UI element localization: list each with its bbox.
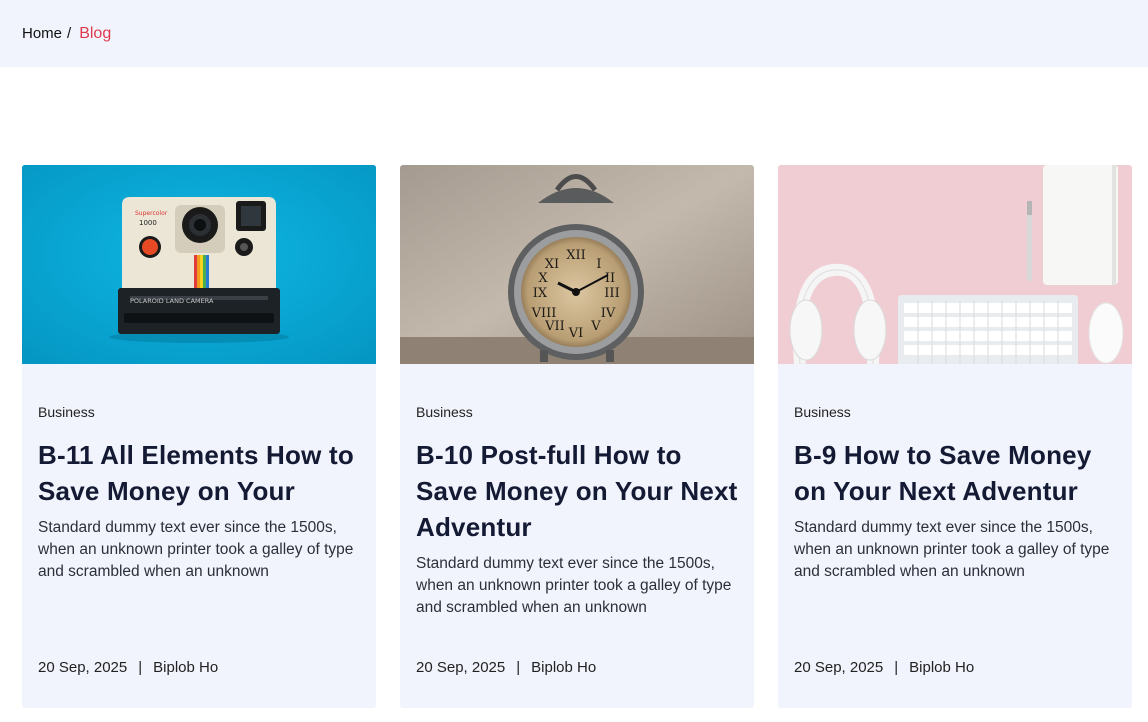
breadcrumb-home-link[interactable]: Home <box>22 25 62 42</box>
post-excerpt: Standard dummy text ever since the 1500s… <box>416 555 732 616</box>
post-author-link[interactable]: Biplob Ho <box>909 659 974 676</box>
blog-card[interactable]: POLAROID LAND CAMERA Supercolor 1000 Bus… <box>22 165 376 708</box>
svg-text:V: V <box>590 319 601 334</box>
post-category[interactable]: Business <box>38 404 360 420</box>
post-title[interactable]: B-10 Post-full How to Save Money on Your… <box>416 437 738 545</box>
post-meta: 20 Sep, 2025 | Biplob Ho <box>416 659 596 676</box>
meta-separator: | <box>894 659 899 676</box>
post-meta: 20 Sep, 2025 | Biplob Ho <box>794 659 974 676</box>
svg-text:IV: IV <box>601 306 616 321</box>
alarm-clock-image[interactable]: XII III VI IX I II XI X IV V VII VIII <box>400 165 754 364</box>
breadcrumb: Home / Blog <box>0 0 1148 67</box>
svg-text:I: I <box>596 257 601 272</box>
polaroid-camera-image[interactable]: POLAROID LAND CAMERA Supercolor 1000 <box>22 165 376 364</box>
post-category[interactable]: Business <box>794 404 1116 420</box>
svg-text:XI: XI <box>545 257 559 272</box>
svg-text:VII: VII <box>544 319 565 334</box>
headphones-keyboard-image[interactable] <box>778 165 1132 364</box>
post-author-link[interactable]: Biplob Ho <box>531 659 596 676</box>
blog-card[interactable]: XII III VI IX I II XI X IV V VII VIII Bu… <box>400 165 754 708</box>
post-date: 20 Sep, 2025 <box>38 659 128 676</box>
svg-text:XII: XII <box>566 248 586 263</box>
svg-text:VI: VI <box>568 326 584 341</box>
blog-post-grid: POLAROID LAND CAMERA Supercolor 1000 Bus… <box>22 165 1132 708</box>
post-title[interactable]: B-11 All Elements How to Save Money on Y… <box>38 437 360 509</box>
svg-text:VIII: VIII <box>531 306 557 321</box>
post-author-link[interactable]: Biplob Ho <box>153 659 218 676</box>
post-title[interactable]: B-9 How to Save Money on Your Next Adven… <box>794 437 1116 509</box>
svg-text:POLAROID LAND CAMERA: POLAROID LAND CAMERA <box>130 297 214 305</box>
meta-separator: | <box>138 659 143 676</box>
meta-separator: | <box>516 659 521 676</box>
svg-text:II: II <box>605 271 615 286</box>
svg-text:IX: IX <box>533 286 548 301</box>
svg-text:1000: 1000 <box>139 219 157 227</box>
post-category[interactable]: Business <box>416 404 738 420</box>
breadcrumb-separator: / <box>67 25 72 42</box>
post-date: 20 Sep, 2025 <box>416 659 506 676</box>
post-meta: 20 Sep, 2025 | Biplob Ho <box>38 659 218 676</box>
svg-text:Supercolor: Supercolor <box>135 210 168 217</box>
svg-text:X: X <box>538 271 548 286</box>
breadcrumb-current: Blog <box>79 24 112 42</box>
blog-card[interactable]: Business B-9 How to Save Money on Your N… <box>778 165 1132 708</box>
post-excerpt: Standard dummy text ever since the 1500s… <box>794 519 1110 580</box>
post-date: 20 Sep, 2025 <box>794 659 884 676</box>
post-excerpt: Standard dummy text ever since the 1500s… <box>38 519 354 580</box>
svg-text:III: III <box>604 286 619 301</box>
